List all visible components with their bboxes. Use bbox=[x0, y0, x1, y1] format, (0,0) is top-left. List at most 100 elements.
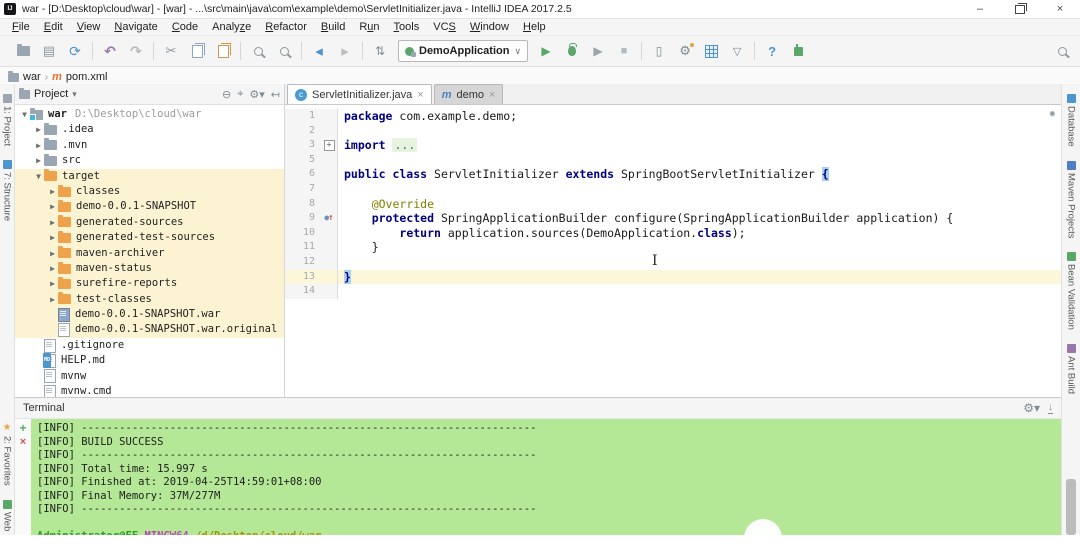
close-icon[interactable] bbox=[489, 89, 495, 101]
navigate-forward-button[interactable] bbox=[333, 40, 357, 62]
menu-window[interactable]: Window bbox=[464, 21, 515, 33]
collapse-all-icon[interactable]: ⊖ bbox=[222, 88, 231, 101]
collapsed-arrow-icon[interactable]: ▶ bbox=[47, 276, 58, 291]
tool-button-7-structure[interactable]: 7: Structure bbox=[2, 160, 13, 221]
tab-demo[interactable]: demo bbox=[434, 84, 504, 104]
help-button[interactable] bbox=[760, 40, 784, 62]
code-line-12[interactable]: 12 bbox=[285, 255, 1061, 270]
paste-button[interactable] bbox=[211, 40, 235, 62]
menu-refactor[interactable]: Refactor bbox=[259, 21, 313, 33]
run-configuration-select[interactable]: DemoApplication ∨ bbox=[398, 40, 528, 62]
menu-help[interactable]: Help bbox=[517, 21, 552, 33]
code-line-3[interactable]: 3import ... bbox=[285, 138, 1061, 153]
navigate-back-button[interactable] bbox=[307, 40, 331, 62]
cut-button[interactable] bbox=[159, 40, 183, 62]
collapsed-arrow-icon[interactable]: ▶ bbox=[33, 153, 44, 168]
collapsed-arrow-icon[interactable]: ▶ bbox=[47, 246, 58, 261]
close-icon[interactable] bbox=[417, 89, 423, 101]
menu-analyze[interactable]: Analyze bbox=[206, 21, 257, 33]
project-structure-button[interactable] bbox=[699, 40, 723, 62]
save-all-button[interactable] bbox=[37, 40, 61, 62]
redo-button[interactable] bbox=[124, 40, 148, 62]
hide-panel-icon[interactable]: ↤ bbox=[271, 88, 280, 101]
menu-view[interactable]: View bbox=[71, 21, 107, 33]
tree-item-generated-test-sources[interactable]: ▶generated-test-sources bbox=[15, 230, 284, 245]
menu-tools[interactable]: Tools bbox=[388, 21, 426, 33]
code-line-7[interactable]: 7 bbox=[285, 182, 1061, 197]
collapsed-arrow-icon[interactable]: ▶ bbox=[47, 184, 58, 199]
gear-icon[interactable]: ⚙▾ bbox=[249, 88, 264, 101]
code-line-6[interactable]: 6public class ServletInitializer extends… bbox=[285, 167, 1061, 182]
code-line-13[interactable]: 13} bbox=[285, 270, 1061, 285]
tree-item--mvn[interactable]: ▶.mvn bbox=[15, 138, 284, 153]
terminal-dock-icon[interactable]: ↓ bbox=[1048, 403, 1053, 414]
code-line-11[interactable]: 11 } bbox=[285, 240, 1061, 255]
tree-item-demo-0-0-1-SNAPSHOT-war-original[interactable]: demo-0.0.1-SNAPSHOT.war.original bbox=[15, 322, 284, 337]
terminal-header[interactable]: Terminal ⚙▾ ↓ bbox=[15, 398, 1061, 419]
code-line-8[interactable]: 8 @Override bbox=[285, 197, 1061, 212]
tree-item-mvnw-cmd[interactable]: mvnw.cmd bbox=[15, 384, 284, 397]
tree-item-war[interactable]: ▼warD:\Desktop\cloud\war bbox=[15, 107, 284, 122]
tree-item-demo-0-0-1-SNAPSHOT[interactable]: ▶demo-0.0.1-SNAPSHOT bbox=[15, 199, 284, 214]
terminal-output[interactable]: [INFO] ---------------------------------… bbox=[31, 419, 1061, 535]
tool-button-2-favorites[interactable]: ★2: Favorites bbox=[2, 422, 13, 486]
tool-button-database[interactable]: Database bbox=[1066, 94, 1077, 147]
breadcrumb-item-pom-xml[interactable]: pom.xml bbox=[52, 71, 107, 83]
tree-item-mvnw[interactable]: mvnw bbox=[15, 369, 284, 384]
collapsed-arrow-icon[interactable]: ▶ bbox=[47, 215, 58, 230]
collapsed-arrow-icon[interactable]: ▶ bbox=[47, 261, 58, 276]
tree-item-demo-0-0-1-SNAPSHOT-war[interactable]: demo-0.0.1-SNAPSHOT.war bbox=[15, 307, 284, 322]
right-strip-scroll-thumb[interactable] bbox=[1066, 479, 1076, 535]
menu-run[interactable]: Run bbox=[353, 21, 385, 33]
new-terminal-session-button[interactable]: + bbox=[19, 422, 26, 434]
undo-button[interactable] bbox=[98, 40, 122, 62]
tree-item--gitignore[interactable]: .gitignore bbox=[15, 338, 284, 353]
open-file-button[interactable] bbox=[11, 40, 35, 62]
tree-item-src[interactable]: ▶src bbox=[15, 153, 284, 168]
code-line-10[interactable]: 10 return application.sources(DemoApplic… bbox=[285, 226, 1061, 241]
find-button[interactable] bbox=[246, 40, 270, 62]
menu-navigate[interactable]: Navigate bbox=[108, 21, 163, 33]
code-line-14[interactable]: 14 bbox=[285, 284, 1061, 299]
minimize-button[interactable]: – bbox=[960, 0, 1000, 18]
scroll-from-source-icon[interactable]: ⌖ bbox=[237, 88, 243, 101]
tree-item-maven-archiver[interactable]: ▶maven-archiver bbox=[15, 246, 284, 261]
run-button[interactable] bbox=[534, 40, 558, 62]
tool-button-bean-validation[interactable]: Bean Validation bbox=[1066, 252, 1077, 330]
search-everywhere-button[interactable] bbox=[1050, 40, 1074, 62]
tree-item-maven-status[interactable]: ▶maven-status bbox=[15, 261, 284, 276]
tree-item--idea[interactable]: ▶.idea bbox=[15, 122, 284, 137]
settings-button[interactable] bbox=[673, 40, 697, 62]
tree-item-classes[interactable]: ▶classes bbox=[15, 184, 284, 199]
tool-button-maven-projects[interactable]: Maven Projects bbox=[1066, 161, 1077, 238]
menu-edit[interactable]: Edit bbox=[38, 21, 69, 33]
close-terminal-session-button[interactable]: × bbox=[20, 437, 26, 448]
tree-item-test-classes[interactable]: ▶test-classes bbox=[15, 292, 284, 307]
inspections-eye-icon[interactable] bbox=[1050, 109, 1055, 119]
tool-button-web[interactable]: Web bbox=[2, 500, 13, 531]
code-line-2[interactable]: 2 bbox=[285, 124, 1061, 139]
code-inspection-button[interactable] bbox=[725, 40, 749, 62]
terminal-gear-icon[interactable]: ⚙▾ bbox=[1023, 401, 1040, 415]
tree-item-target[interactable]: ▼target bbox=[15, 169, 284, 184]
code-area[interactable]: I 1package com.example.demo;23import ...… bbox=[285, 105, 1061, 397]
find-usages-button[interactable] bbox=[272, 40, 296, 62]
collapsed-arrow-icon[interactable]: ▶ bbox=[33, 138, 44, 153]
tree-item-surefire-reports[interactable]: ▶surefire-reports bbox=[15, 276, 284, 291]
compile-order-icon[interactable] bbox=[368, 40, 392, 62]
code-line-9[interactable]: 9●↑ protected SpringApplicationBuilder c… bbox=[285, 211, 1061, 226]
menu-code[interactable]: Code bbox=[166, 21, 204, 33]
code-line-5[interactable]: 5 bbox=[285, 153, 1061, 168]
collapsed-arrow-icon[interactable]: ▶ bbox=[33, 122, 44, 137]
collapsed-arrow-icon[interactable]: ▶ bbox=[47, 292, 58, 307]
code-line-1[interactable]: 1package com.example.demo; bbox=[285, 109, 1061, 124]
debug-button[interactable] bbox=[560, 40, 584, 62]
close-button[interactable]: × bbox=[1040, 0, 1080, 18]
expanded-arrow-icon[interactable]: ▼ bbox=[33, 169, 44, 184]
tool-button-ant-build[interactable]: Ant Build bbox=[1066, 344, 1077, 394]
plugin-button[interactable] bbox=[786, 40, 810, 62]
copy-button[interactable] bbox=[185, 40, 209, 62]
menu-file[interactable]: File bbox=[6, 21, 36, 33]
menu-vcs[interactable]: VCS bbox=[427, 21, 462, 33]
run-with-coverage-button[interactable] bbox=[586, 40, 610, 62]
